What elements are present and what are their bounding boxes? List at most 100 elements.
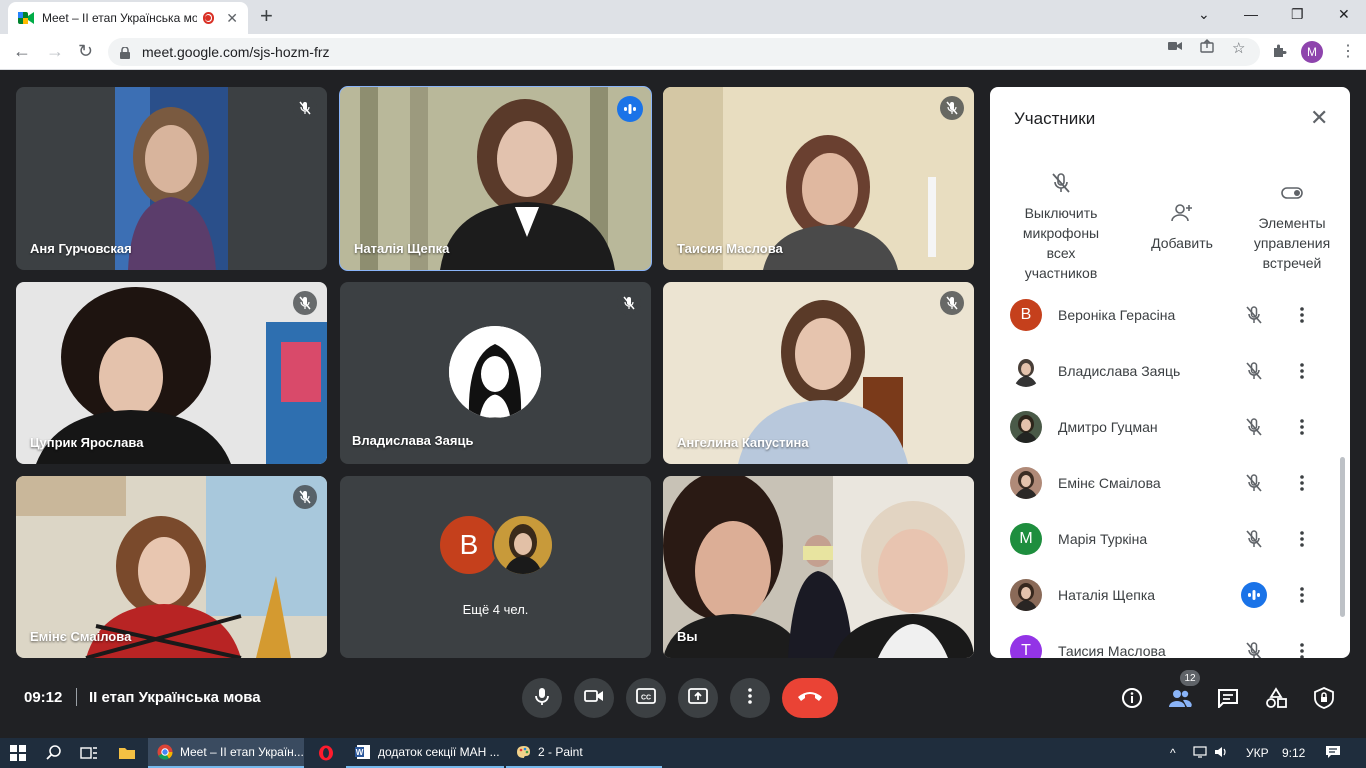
participant-row[interactable]: T Таисия Маслова [990,623,1350,658]
notifications-icon[interactable] [1325,745,1341,762]
more-vert-icon [748,687,752,709]
tab-close-icon[interactable]: ✕ [226,10,238,27]
file-explorer-icon[interactable] [118,738,136,768]
taskbar-paint-item[interactable]: 2 - Paint [506,738,662,768]
participant-row[interactable]: Емінє Смаілова [990,455,1350,511]
divider [76,688,77,706]
participant-avatar [1010,355,1042,387]
hang-up-icon [797,689,823,707]
taskbar-word-item[interactable]: W додаток секції МАН ... [346,738,504,768]
volume-icon[interactable] [1214,746,1228,761]
mic-off-icon [1012,171,1110,195]
windows-taskbar: Meet – II етап Україн... W додаток секці… [0,738,1366,768]
participant-more-icon[interactable] [1290,639,1314,658]
camera-toggle-button[interactable] [574,678,614,718]
participant-name: Цуприк Ярослава [30,435,144,450]
more-participants-label: Ещё 4 чел. [462,602,529,617]
present-screen-button[interactable] [678,678,718,718]
new-tab-button[interactable]: + [260,5,273,27]
chat-icon[interactable] [1216,686,1240,710]
recording-icon [202,12,215,24]
add-people-button[interactable]: Добавить [1142,201,1222,253]
participant-avatar: M [1010,523,1042,555]
tab-search-icon[interactable]: ⌄ [1198,6,1210,23]
reload-button[interactable]: ↻ [78,41,93,61]
forward-button[interactable]: → [46,41,64,61]
minimize-button[interactable]: — [1244,6,1258,22]
taskbar-paint-label: 2 - Paint [538,745,583,759]
video-tile-camera-off[interactable]: Владислава Заяць [340,282,651,464]
participant-more-icon[interactable] [1290,303,1314,327]
muted-mic-icon [940,291,964,315]
activities-icon[interactable] [1264,686,1288,710]
participant-name: Наталія Щепка [354,241,450,256]
participant-more-icon[interactable] [1290,415,1314,439]
video-tile[interactable]: Аня Гурчовская [16,87,327,270]
start-button[interactable] [10,738,26,768]
mute-all-button[interactable]: Выключить микрофоны всех участников [1012,171,1110,283]
host-controls-icon[interactable] [1312,686,1336,710]
participant-row[interactable]: Наталія Щепка [990,567,1350,623]
lock-icon [120,46,130,59]
participant-more-icon[interactable] [1290,359,1314,383]
captions-button[interactable]: CC [626,678,666,718]
participant-name: Владислава Заяць [352,433,474,448]
participant-more-icon[interactable] [1290,527,1314,551]
participant-avatar: В [1010,299,1042,331]
video-tile[interactable]: Ангелина Капустина [663,282,974,464]
video-tile[interactable]: Емінє Смаілова [16,476,327,658]
participants-icon[interactable] [1168,686,1192,710]
extensions-icon[interactable] [1272,43,1287,62]
participant-name: Вы [677,629,698,644]
participant-row[interactable]: В Вероніка Герасіна [990,287,1350,343]
back-button[interactable]: ← [13,41,31,61]
mic-toggle-button[interactable] [522,678,562,718]
video-tile-active-speaker[interactable]: Наталія Щепка [339,86,652,271]
participant-more-icon[interactable] [1290,583,1314,607]
muted-mic-icon [1242,303,1266,327]
camera-indicator-icon[interactable] [1168,39,1182,57]
taskbar-chrome-item[interactable]: Meet – II етап Україн... [148,738,304,768]
opera-icon[interactable] [318,738,334,768]
participant-avatar [1010,411,1042,443]
task-view-icon[interactable] [80,738,98,768]
participant-row[interactable]: Владислава Заяць [990,343,1350,399]
mute-all-label: Выключить микрофоны всех участников [1022,205,1100,281]
meeting-name: II етап Українська мова [89,689,261,706]
bookmark-star-icon[interactable]: ☆ [1232,39,1245,57]
profile-avatar[interactable]: M [1301,41,1323,63]
leave-call-button[interactable] [782,678,838,718]
input-language[interactable]: УКР [1246,746,1269,760]
participant-avatar: T [1010,635,1042,658]
chrome-menu-icon[interactable]: ⋮ [1340,41,1356,61]
tray-chevron-icon[interactable]: ^ [1170,746,1176,760]
more-options-button[interactable] [730,678,770,718]
video-tile[interactable]: Цуприк Ярослава [16,282,327,464]
system-clock[interactable]: 9:12 [1282,746,1305,760]
share-icon[interactable] [1200,39,1214,57]
meeting-details-icon[interactable] [1120,686,1144,710]
participant-more-icon[interactable] [1290,471,1314,495]
participant-row[interactable]: M Марія Туркіна [990,511,1350,567]
panel-scrollbar[interactable] [1340,457,1345,617]
video-tile[interactable]: Таисия Маслова [663,87,974,270]
video-tile-self[interactable]: Вы [663,476,974,658]
close-window-button[interactable]: ✕ [1338,6,1350,23]
more-participants-tile[interactable]: В Ещё 4 чел. [340,476,651,658]
restore-button[interactable]: ❐ [1291,6,1304,23]
word-icon: W [354,743,372,761]
camera-icon [584,689,604,708]
network-icon[interactable] [1193,746,1207,761]
tab-meet[interactable]: Meet – II етап Українська мо ✕ [8,2,248,34]
search-icon[interactable] [46,738,62,768]
participant-row[interactable]: Дмитро Гуцман [990,399,1350,455]
host-controls-button[interactable]: Элементы управления встречей [1246,181,1338,273]
address-bar[interactable]: meet.google.com/sjs-hozm-frz [108,38,1260,66]
participant-video [663,476,974,658]
svg-text:CC: CC [641,694,651,701]
participant-name: Владислава Заяць [1058,363,1181,379]
close-panel-icon[interactable]: ✕ [1310,107,1328,129]
muted-mic-icon [1242,639,1266,658]
participant-avatar: В [438,514,500,576]
muted-mic-icon [1242,527,1266,551]
